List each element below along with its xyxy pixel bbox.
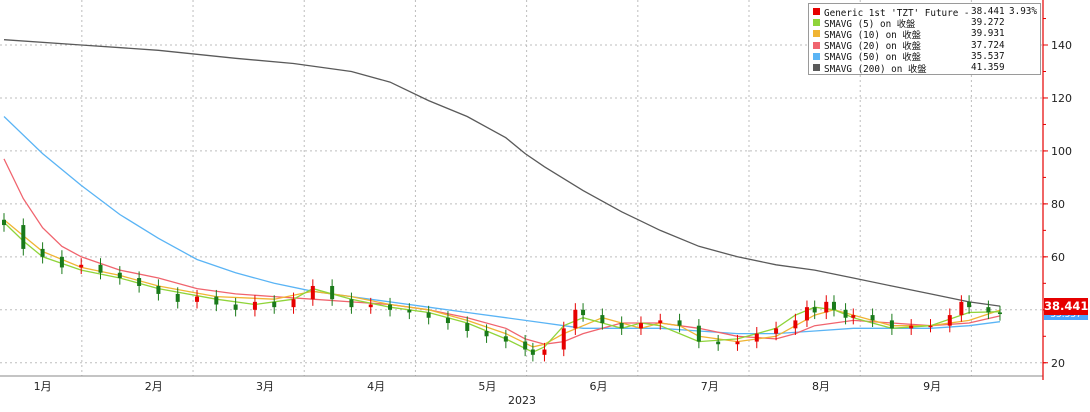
candle-body — [600, 315, 605, 324]
candle-body — [503, 336, 508, 342]
series-line — [3, 116, 1001, 335]
candle-body — [465, 323, 470, 331]
line-swatch — [813, 19, 820, 27]
candle-body — [2, 219, 6, 226]
legend-value: 35.537 — [971, 50, 1005, 62]
candle-body — [349, 299, 354, 308]
legend-change: 3.93% — [1009, 6, 1037, 18]
last-price-badge: 38.441 — [1044, 298, 1088, 315]
candle-body — [523, 341, 528, 350]
x-tick-label: 3月 — [256, 380, 274, 393]
candle-body — [573, 309, 578, 329]
candle-body — [793, 320, 798, 329]
y-tick-label: 60 — [1051, 251, 1065, 264]
x-tick-label: 2月 — [145, 380, 163, 393]
candle-body — [426, 312, 431, 318]
candle-body — [812, 307, 817, 313]
candle-body — [774, 328, 779, 334]
candle-body — [156, 285, 161, 294]
year-label: 2023 — [508, 394, 536, 407]
candle-body — [735, 341, 740, 345]
candle-body — [79, 264, 84, 268]
candle-body — [870, 315, 875, 321]
x-tick-label: 5月 — [478, 380, 496, 393]
candle-body — [388, 304, 393, 310]
candle-body — [696, 325, 701, 342]
candle-body — [909, 325, 914, 329]
candle-body — [619, 323, 624, 329]
y-tick-label: 140 — [1051, 39, 1072, 52]
line-swatch — [813, 30, 820, 38]
candle-body — [40, 248, 45, 257]
x-tick-label: 6月 — [590, 380, 608, 393]
candle-body — [581, 309, 586, 316]
x-tick-label: 4月 — [367, 380, 385, 393]
y-tick-label: 80 — [1051, 198, 1065, 211]
legend-value: 37.724 — [971, 39, 1005, 51]
candle-body — [889, 320, 894, 329]
candle-body — [117, 272, 122, 279]
moving-average-lines — [3, 39, 1001, 353]
candle-body — [947, 315, 952, 326]
candle-body — [928, 325, 933, 328]
candle-body — [851, 315, 856, 318]
candle-body — [967, 301, 972, 308]
line-swatch — [813, 64, 820, 72]
candle-body — [484, 330, 489, 337]
legend-value: 39.272 — [971, 17, 1005, 29]
candle-body — [716, 341, 721, 345]
x-tick-label: 1月 — [34, 380, 52, 393]
candle-body — [195, 296, 200, 302]
candle-body — [214, 296, 219, 305]
y-tick-label: 20 — [1051, 357, 1065, 370]
candle-body — [233, 304, 238, 310]
candle-body — [824, 301, 829, 313]
legend-label: SMAVG (200) on 收盤 — [824, 63, 927, 75]
candle-body — [21, 225, 26, 249]
candle-body — [804, 307, 809, 321]
candle-body — [252, 301, 257, 310]
candle-body — [658, 320, 663, 324]
x-tick-label: 7月 — [701, 380, 719, 393]
legend-value: 39.931 — [971, 28, 1005, 40]
last-price-text: 38.441 — [1044, 299, 1089, 313]
candle-body — [407, 309, 412, 313]
candle-body — [986, 307, 991, 313]
candle-body — [175, 293, 180, 302]
legend-value: 41.359 — [971, 62, 1005, 74]
series-line — [3, 39, 1001, 307]
candle-body — [530, 349, 535, 355]
candle-body — [638, 323, 643, 329]
candle-body — [137, 278, 142, 286]
x-tick-label: 8月 — [812, 380, 830, 393]
candle-body — [59, 256, 64, 268]
candle-body — [959, 301, 964, 316]
legend-value: 38.441 — [971, 6, 1005, 18]
candlestick-swatch — [813, 8, 820, 16]
candle-body — [843, 309, 848, 318]
candle-body — [542, 349, 547, 355]
y-tick-label: 100 — [1051, 145, 1072, 158]
line-swatch — [813, 52, 820, 60]
candle-body — [997, 312, 1002, 315]
candle-body — [310, 285, 315, 300]
candle-body — [677, 320, 682, 326]
candle-body — [330, 285, 335, 300]
y-tick-label: 120 — [1051, 92, 1072, 105]
candle-body — [291, 299, 296, 308]
candle-body — [754, 333, 759, 342]
x-tick-label: 9月 — [923, 380, 941, 393]
candle-body — [831, 301, 836, 310]
candle-body — [98, 264, 103, 273]
legend-item: SMAVG (200) on 收盤 41.359 — [812, 62, 1037, 75]
line-swatch — [813, 41, 820, 49]
candle-body — [368, 304, 373, 308]
candle-body — [272, 301, 277, 308]
legend: Generic 1st 'TZT' Future - 最新價38.4413.93… — [808, 3, 1041, 75]
candle-body — [445, 317, 450, 324]
candle-body — [561, 328, 566, 350]
